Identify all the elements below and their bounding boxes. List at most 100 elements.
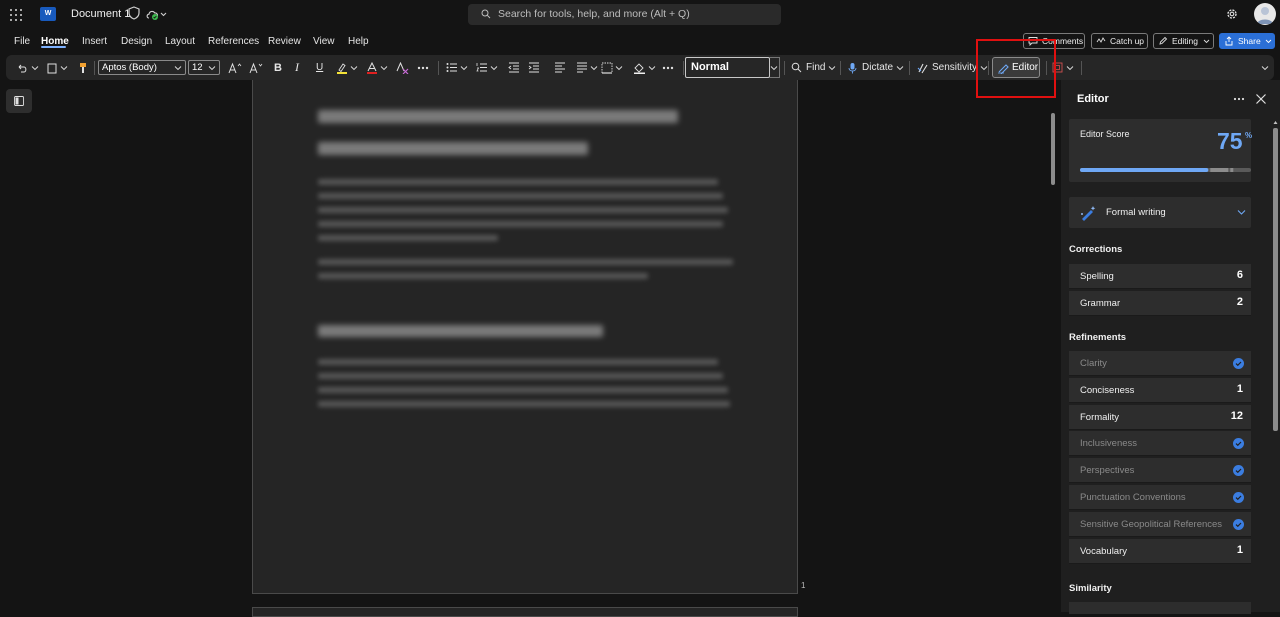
blurred-text-line	[318, 179, 718, 185]
document-page-next[interactable]	[252, 607, 798, 617]
more-paragraph-options-button[interactable]	[662, 55, 674, 80]
tab-help[interactable]: Help	[348, 36, 369, 47]
clear-formatting-button[interactable]	[396, 55, 409, 80]
highlighter-icon	[337, 62, 347, 74]
find-button[interactable]: Find	[791, 55, 836, 80]
row-label: Conciseness	[1080, 385, 1135, 396]
font-size-select[interactable]: 12	[188, 60, 220, 75]
editing-mode-button[interactable]: Editing	[1153, 33, 1214, 49]
search-icon	[791, 62, 802, 73]
refinement-row-clarity[interactable]: Clarity	[1069, 351, 1251, 376]
document-scrollbar[interactable]	[1051, 113, 1055, 185]
dictate-label: Dictate	[862, 62, 894, 73]
search-box[interactable]: Search for tools, help, and more (Alt + …	[468, 4, 781, 25]
grow-font-button[interactable]	[228, 55, 242, 80]
tab-view[interactable]: View	[313, 36, 335, 47]
writing-style-select[interactable]: Formal writing	[1069, 197, 1251, 228]
underline-button[interactable]: U	[316, 55, 323, 80]
row-label: Spelling	[1080, 271, 1114, 282]
italic-button[interactable]: I	[295, 55, 299, 80]
active-tab-indicator	[41, 46, 66, 48]
refinement-row-perspectives[interactable]: Perspectives	[1069, 458, 1251, 483]
font-name-value: Aptos (Body)	[102, 62, 157, 73]
dictate-button[interactable]: Dictate	[848, 55, 904, 80]
refinement-row-conciseness[interactable]: Conciseness 1	[1069, 378, 1251, 403]
share-button[interactable]: Share	[1219, 33, 1275, 49]
correction-row-spelling[interactable]: Spelling 6	[1069, 264, 1251, 289]
refinement-row-punctuation-conventions[interactable]: Punctuation Conventions	[1069, 485, 1251, 510]
font-color-button[interactable]	[366, 55, 388, 80]
similarity-card[interactable]	[1069, 602, 1251, 614]
highlight-color-button[interactable]	[336, 55, 358, 80]
shading-button[interactable]	[633, 55, 656, 80]
share-icon	[1225, 36, 1233, 46]
borders-button[interactable]	[601, 55, 623, 80]
chevron-down-icon	[829, 65, 836, 70]
increase-indent-button[interactable]	[528, 55, 540, 80]
editor-score-value: 75	[1217, 128, 1243, 154]
shrink-font-button[interactable]	[249, 55, 263, 80]
editor-pane: Editor Editor Score 75 % Formal writing …	[1061, 80, 1280, 612]
more-options-icon[interactable]	[1232, 92, 1246, 106]
undo-button[interactable]	[16, 55, 39, 80]
grow-font-icon	[228, 62, 242, 73]
refinement-row-sensitive-geopolitical-references[interactable]: Sensitive Geopolitical References	[1069, 512, 1251, 537]
refinement-row-formality[interactable]: Formality 12	[1069, 405, 1251, 430]
catch-up-label: Catch up	[1110, 36, 1145, 46]
tab-file[interactable]: File	[14, 36, 30, 47]
line-spacing-icon	[577, 62, 587, 73]
blurred-text-line	[318, 259, 733, 265]
highlight-annotation	[976, 39, 1056, 98]
styles-dropdown-button[interactable]	[769, 57, 780, 78]
cloud-saved-icon[interactable]	[145, 7, 167, 21]
blurred-heading	[318, 110, 678, 123]
expand-ribbon-button[interactable]	[1261, 55, 1269, 80]
blurred-heading	[318, 325, 603, 337]
score-bar-segment	[1230, 168, 1234, 172]
avatar[interactable]	[1254, 3, 1276, 25]
align-button[interactable]	[554, 55, 566, 80]
decrease-indent-button[interactable]	[508, 55, 520, 80]
menu-bar: File Home Insert Design Layout Reference…	[0, 30, 1280, 52]
gear-icon[interactable]	[1225, 7, 1239, 21]
title-bar: W Document 1 Search for tools, help, and…	[0, 0, 1280, 30]
check-circle-icon	[1233, 358, 1244, 369]
correction-row-grammar[interactable]: Grammar 2	[1069, 291, 1251, 316]
editor-score-card[interactable]: Editor Score 75 %	[1069, 119, 1252, 182]
paste-button[interactable]	[47, 55, 68, 80]
row-label: Vocabulary	[1080, 546, 1128, 557]
row-label: Inclusiveness	[1080, 438, 1138, 449]
bold-button[interactable]: B	[274, 55, 282, 80]
numbering-button[interactable]	[476, 55, 498, 80]
row-label: Clarity	[1080, 358, 1107, 369]
tab-insert[interactable]: Insert	[82, 36, 107, 47]
font-name-select[interactable]: Aptos (Body)	[98, 60, 186, 75]
word-logo-icon[interactable]: W	[40, 7, 56, 21]
tab-references[interactable]: References	[208, 36, 259, 47]
divider	[784, 61, 785, 75]
styles-select[interactable]: Normal	[685, 57, 770, 78]
catch-up-button[interactable]: Catch up	[1091, 33, 1148, 49]
line-spacing-button[interactable]	[576, 55, 598, 80]
shield-icon[interactable]	[128, 6, 140, 20]
more-font-options-button[interactable]	[417, 55, 429, 80]
divider	[438, 61, 439, 75]
blurred-text-line	[318, 373, 723, 379]
app-launcher-icon[interactable]	[10, 9, 22, 21]
blurred-text-line	[318, 359, 718, 365]
close-icon[interactable]	[1255, 93, 1267, 105]
catch-up-icon	[1096, 37, 1106, 43]
document-title[interactable]: Document 1	[71, 8, 130, 20]
editor-pane-scrollbar[interactable]	[1273, 128, 1278, 431]
tab-layout[interactable]: Layout	[165, 36, 195, 47]
row-label: Formality	[1080, 412, 1120, 423]
navigation-pane-toggle[interactable]	[6, 89, 32, 113]
chevron-down-icon	[590, 65, 598, 70]
refinement-row-vocabulary[interactable]: Vocabulary 1	[1069, 539, 1251, 564]
tab-design[interactable]: Design	[121, 36, 152, 47]
format-painter-button[interactable]	[78, 55, 88, 80]
document-page[interactable]	[252, 80, 798, 594]
tab-review[interactable]: Review	[268, 36, 301, 47]
bullets-button[interactable]	[446, 55, 468, 80]
refinement-row-inclusiveness[interactable]: Inclusiveness	[1069, 431, 1251, 456]
